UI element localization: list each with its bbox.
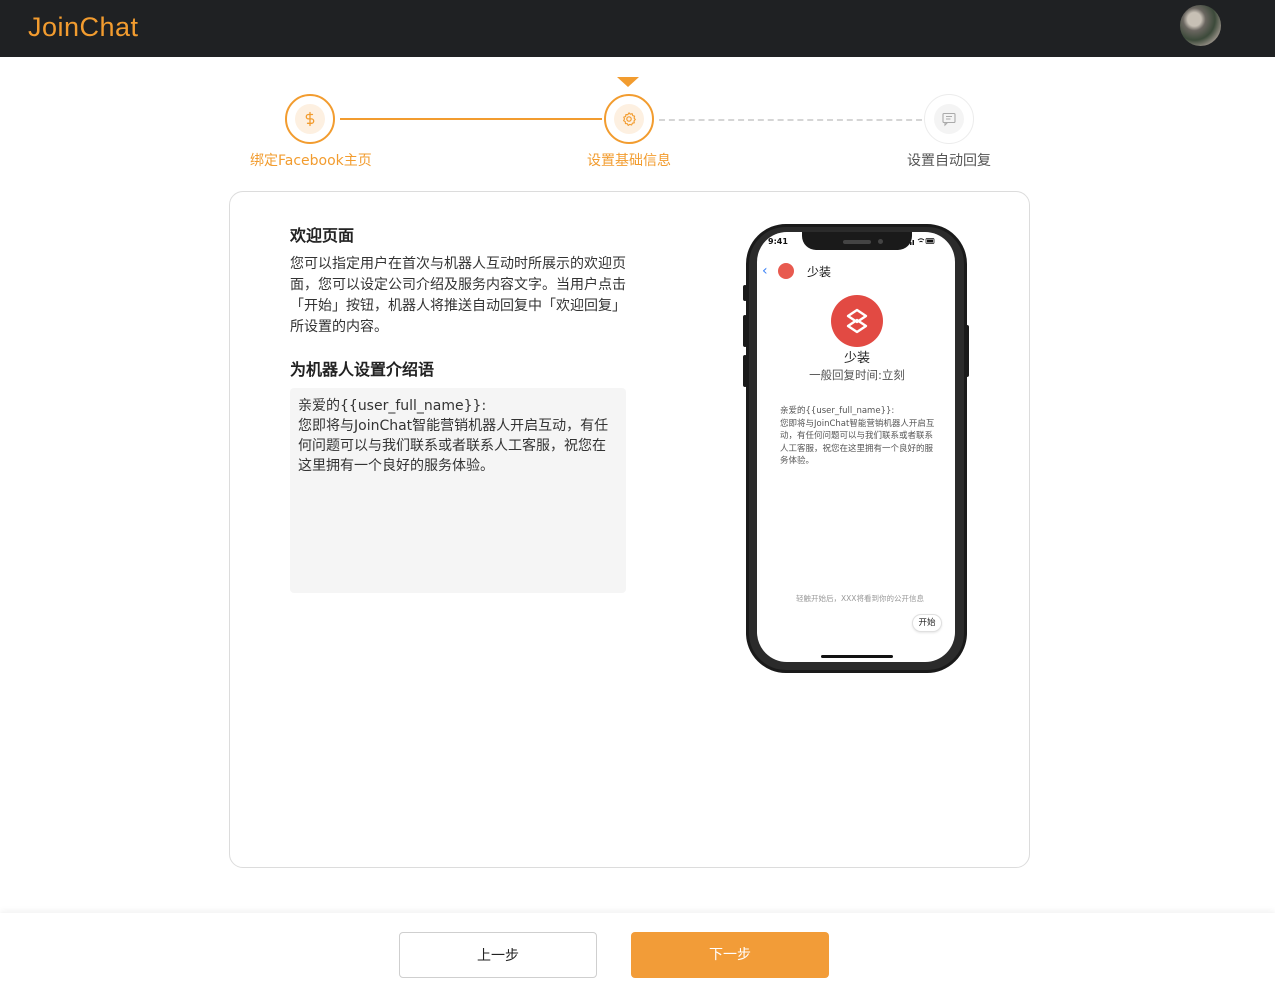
step-1-circle (285, 94, 335, 144)
page-logo-icon (831, 295, 883, 347)
step-3-circle (924, 94, 974, 144)
preview-start-button[interactable]: 开始 (912, 614, 942, 632)
chat-page-name: 少装 (807, 265, 832, 279)
preview-intro-message: 亲爱的{{user_full_name}}: 您即将与JoinChat智能营销机… (780, 406, 935, 466)
current-step-pointer-icon (617, 77, 639, 87)
prev-step-button[interactable]: 上一步 (399, 932, 597, 978)
reply-time: 一般回复时间:立刻 (809, 368, 905, 382)
message-icon (942, 112, 956, 127)
start-hint: 轻触开始后，XXX将看到你的公开信息 (796, 594, 924, 603)
gear-icon (623, 112, 636, 126)
step-2-circle (604, 94, 654, 144)
phone-time: 9:41 (768, 237, 788, 246)
welcome-title: 欢迎页面 (290, 226, 355, 245)
phone-speaker (843, 240, 871, 244)
phone-status-icons (910, 237, 936, 247)
step-connector-done (340, 118, 602, 120)
top-navbar: JoinChat (0, 0, 1275, 57)
user-avatar[interactable] (1180, 5, 1221, 46)
step-connector-pending (659, 119, 922, 121)
preview-page-name: 少装 (843, 351, 870, 366)
phone-camera (878, 239, 883, 244)
step-1-label: 绑定Facebook主页 (250, 153, 372, 169)
home-indicator (821, 655, 893, 658)
chevron-left-icon[interactable]: ‹ (762, 264, 768, 278)
intro-title: 为机器人设置介绍语 (290, 360, 435, 379)
step-3-label: 设置自动回复 (907, 153, 991, 169)
page-mini-logo (778, 263, 794, 279)
next-step-button[interactable]: 下一步 (631, 932, 829, 978)
step-2-label: 设置基础信息 (587, 153, 671, 169)
dollar-link-icon (305, 111, 315, 127)
joinchat-logo[interactable]: JoinChat (28, 10, 139, 44)
signal-icon (910, 238, 935, 245)
intro-textarea[interactable]: 亲爱的{{user_full_name}}: 您即将与JoinChat智能营销机… (290, 388, 626, 593)
welcome-description: 您可以指定用户在首次与机器人互动时所展示的欢迎页面，您可以设定公司介绍及服务内容… (290, 256, 626, 335)
